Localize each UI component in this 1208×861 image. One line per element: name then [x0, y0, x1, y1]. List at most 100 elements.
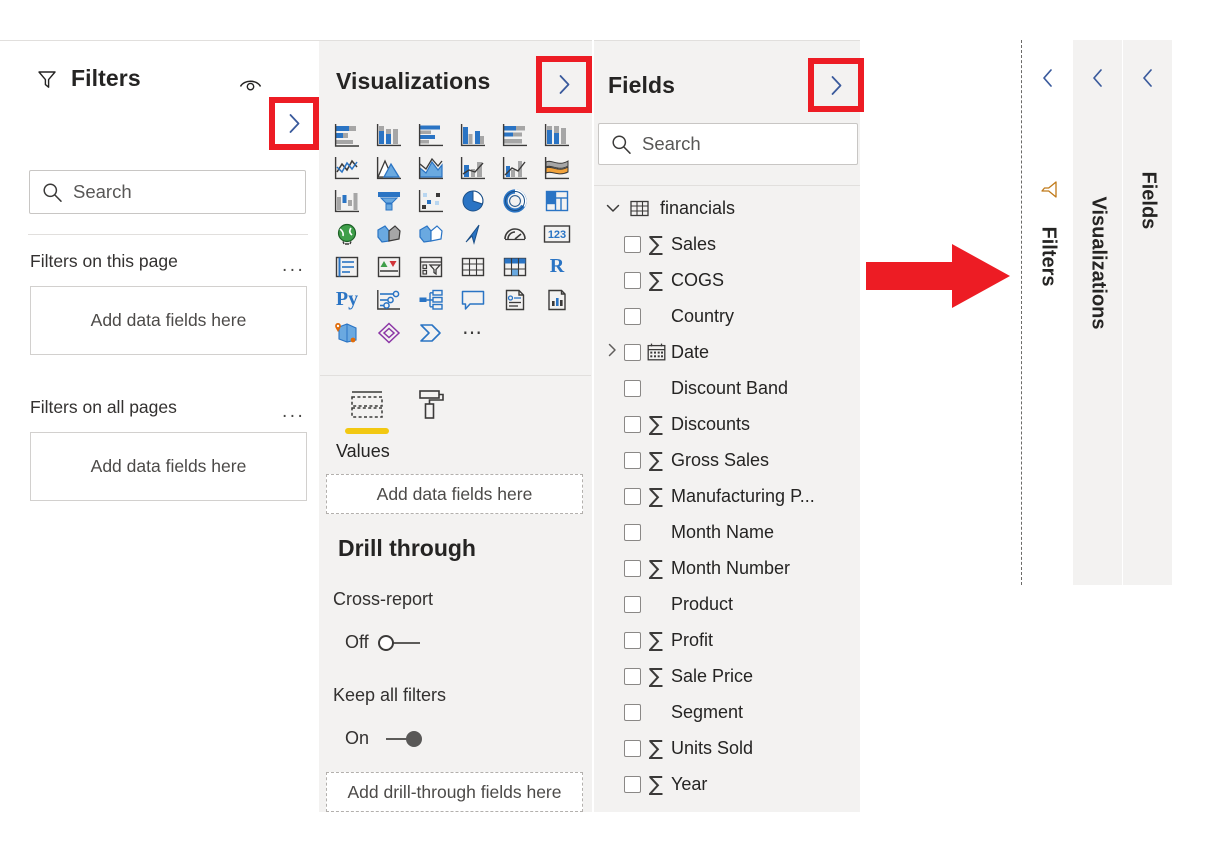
multi-row-card-icon[interactable] [326, 250, 368, 283]
fields-search-input[interactable]: Search [598, 123, 858, 165]
field-icon-none [641, 700, 671, 724]
tab-fields-pane[interactable] [345, 388, 389, 434]
field-checkbox[interactable] [624, 631, 641, 649]
pie-chart-icon[interactable] [452, 184, 494, 217]
field-row[interactable]: Country [600, 298, 856, 334]
python-visual-icon[interactable]: Py [326, 283, 368, 316]
100-percent-stacked-column-chart-icon[interactable] [536, 118, 578, 151]
toggle-switch-off[interactable] [377, 633, 422, 653]
treemap-icon[interactable] [536, 184, 578, 217]
field-row[interactable]: ∑ Month Number [600, 550, 856, 586]
donut-chart-icon[interactable] [494, 184, 536, 217]
drill-through-dropzone[interactable]: Add drill-through fields here [326, 772, 583, 812]
smart-narrative-icon[interactable] [494, 283, 536, 316]
clustered-bar-chart-icon[interactable] [410, 118, 452, 151]
fields-table-financials[interactable]: financials [600, 190, 856, 226]
filters-on-all-pages-more-button[interactable]: ... [282, 402, 305, 421]
field-row[interactable]: Product [600, 586, 856, 622]
powerapps-icon[interactable] [368, 316, 410, 349]
field-checkbox[interactable] [624, 343, 641, 361]
kpi-icon[interactable] [368, 250, 410, 283]
field-row[interactable]: Segment [600, 694, 856, 730]
clustered-column-chart-icon[interactable] [452, 118, 494, 151]
field-row[interactable]: ∑ Manufacturing P... [600, 478, 856, 514]
field-checkbox[interactable] [624, 703, 641, 721]
stacked-column-chart-icon[interactable] [368, 118, 410, 151]
field-checkbox[interactable] [624, 775, 641, 793]
line-and-clustered-column-chart-icon[interactable] [494, 151, 536, 184]
field-row[interactable]: Discount Band [600, 370, 856, 406]
chevron-right-icon[interactable] [600, 343, 624, 361]
field-row[interactable]: ∑ Sales [600, 226, 856, 262]
shape-map-icon[interactable] [410, 217, 452, 250]
field-row[interactable]: ∑ Gross Sales [600, 442, 856, 478]
map-icon[interactable] [326, 217, 368, 250]
funnel-chart-icon[interactable] [368, 184, 410, 217]
field-checkbox[interactable] [624, 559, 641, 577]
field-row[interactable]: Date [600, 334, 856, 370]
ribbon-chart-icon[interactable] [536, 151, 578, 184]
filters-on-all-pages-dropzone[interactable]: Add data fields here [30, 432, 307, 501]
filters-expand-button[interactable] [269, 97, 319, 150]
field-row[interactable]: ∑ Year [600, 766, 856, 802]
waterfall-chart-icon[interactable] [326, 184, 368, 217]
field-row[interactable]: ∑ Units Sold [600, 730, 856, 766]
field-row[interactable]: ∑ COGS [600, 262, 856, 298]
esri-plus-map-icon[interactable] [326, 316, 368, 349]
values-dropzone[interactable]: Add data fields here [326, 474, 583, 514]
field-checkbox[interactable] [624, 307, 641, 325]
more-options-icon[interactable]: ⋯ [452, 316, 494, 349]
keep-all-filters-toggle[interactable]: On [345, 728, 423, 749]
qna-icon[interactable] [452, 283, 494, 316]
collapsed-panel-filters[interactable]: Filters [1022, 40, 1073, 585]
fields-expand-button[interactable] [808, 58, 864, 112]
field-row[interactable]: ∑ Discounts [600, 406, 856, 442]
line-and-stacked-column-chart-icon[interactable] [452, 151, 494, 184]
visualizations-collapse-button[interactable] [1092, 68, 1104, 94]
stacked-bar-chart-icon[interactable] [326, 118, 368, 151]
filters-search-input[interactable]: Search [29, 170, 306, 214]
scatter-chart-icon[interactable] [410, 184, 452, 217]
field-row[interactable]: Month Name [600, 514, 856, 550]
decomposition-tree-icon[interactable] [410, 283, 452, 316]
cross-report-toggle[interactable]: Off [345, 632, 422, 653]
field-row[interactable]: ∑ Sale Price [600, 658, 856, 694]
slicer-icon[interactable] [410, 250, 452, 283]
tab-format-pane[interactable] [412, 388, 448, 424]
line-chart-icon[interactable] [326, 151, 368, 184]
area-chart-icon[interactable] [368, 151, 410, 184]
field-checkbox[interactable] [624, 739, 641, 757]
field-checkbox[interactable] [624, 415, 641, 433]
field-checkbox[interactable] [624, 523, 641, 541]
matrix-icon[interactable] [494, 250, 536, 283]
power-automate-icon[interactable] [410, 316, 452, 349]
toggle-switch-on[interactable] [378, 729, 423, 749]
fields-collapse-button[interactable] [1142, 68, 1154, 94]
key-influencers-icon[interactable] [368, 283, 410, 316]
collapsed-panel-fields[interactable]: Fields [1123, 40, 1172, 585]
chevron-down-icon[interactable] [600, 200, 626, 217]
paginated-report-icon[interactable] [536, 283, 578, 316]
filters-on-this-page-more-button[interactable]: ... [282, 256, 305, 275]
field-checkbox[interactable] [624, 487, 641, 505]
field-checkbox[interactable] [624, 451, 641, 469]
r-script-visual-icon[interactable]: R [536, 250, 578, 283]
table-icon[interactable] [452, 250, 494, 283]
field-checkbox[interactable] [624, 271, 641, 289]
visualizations-expand-button[interactable] [536, 56, 592, 113]
field-checkbox[interactable] [624, 235, 641, 253]
filled-map-icon[interactable] [368, 217, 410, 250]
field-checkbox[interactable] [624, 379, 641, 397]
stacked-area-chart-icon[interactable] [410, 151, 452, 184]
filters-on-this-page-dropzone[interactable]: Add data fields here [30, 286, 307, 355]
field-checkbox[interactable] [624, 667, 641, 685]
gauge-icon[interactable] [494, 217, 536, 250]
filters-collapse-button[interactable] [1042, 68, 1054, 94]
arcgis-map-icon[interactable] [452, 217, 494, 250]
card-icon[interactable]: 123 [536, 217, 578, 250]
collapsed-panel-visualizations[interactable]: Visualizations [1073, 40, 1122, 585]
field-row[interactable]: ∑ Profit [600, 622, 856, 658]
100-percent-stacked-bar-chart-icon[interactable] [494, 118, 536, 151]
eye-icon[interactable] [238, 74, 263, 97]
field-checkbox[interactable] [624, 595, 641, 613]
